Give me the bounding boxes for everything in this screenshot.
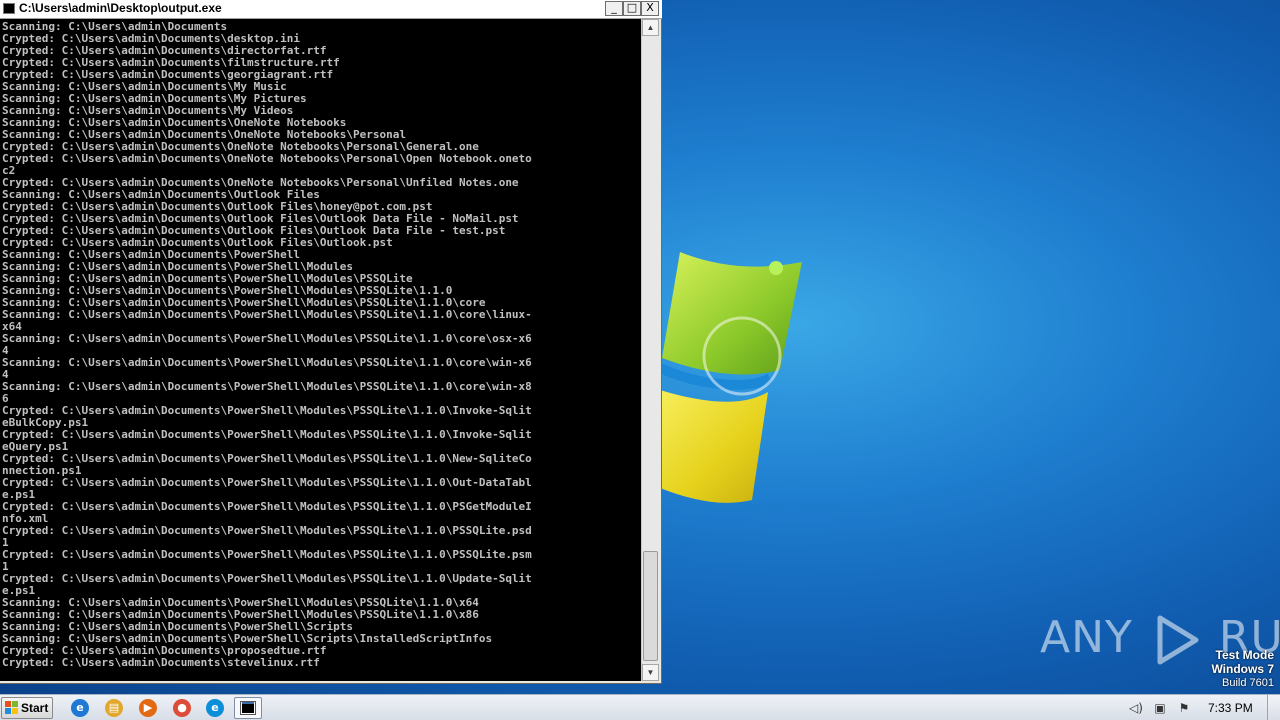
action-center-flag-icon[interactable]: ⚑ [1176, 700, 1192, 716]
console-line: Crypted: C:\Users\admin\Documents\stevel… [2, 656, 320, 669]
volume-icon[interactable]: ◁) [1128, 700, 1144, 716]
maximize-button[interactable]: □ [623, 1, 641, 16]
console-window[interactable]: C:\Users\admin\Desktop\output.exe _ □ X … [0, 0, 662, 684]
media-player-taskbar-button[interactable]: ▶ [134, 697, 162, 719]
desktop: C:\Users\admin\Desktop\output.exe _ □ X … [0, 0, 1280, 720]
start-label: Start [21, 701, 49, 715]
test-mode-label: Test Mode [1215, 648, 1274, 662]
clock[interactable]: 7:33 PM [1208, 701, 1253, 715]
console-line: Crypted: C:\Users\admin\Documents\PowerS… [2, 476, 532, 489]
close-button[interactable]: X [641, 1, 659, 16]
media-player-icon: ▶ [139, 699, 157, 717]
console-app-icon [3, 3, 15, 14]
console-line: Scanning: C:\Users\admin\Documents\Power… [2, 308, 532, 321]
console-lines: Scanning: C:\Users\admin\Documents Crypte… [2, 21, 532, 669]
show-desktop-button[interactable] [1267, 695, 1280, 720]
ie-taskbar-button[interactable]: e [66, 697, 94, 719]
ie-icon: e [71, 699, 89, 717]
title-bar[interactable]: C:\Users\admin\Desktop\output.exe _ □ X [0, 0, 662, 19]
console-window-icon [240, 701, 256, 715]
start-button[interactable]: Start [1, 697, 53, 719]
watermark-text-left: ANY [1040, 612, 1133, 663]
console-line: Crypted: C:\Users\admin\Documents\PowerS… [2, 548, 532, 561]
os-build-info: Test Mode Windows 7 Build 7601 [1211, 648, 1274, 690]
os-name-label: Windows 7 [1211, 662, 1274, 676]
taskbar: Start e ▤ ▶ ● e ◁) ▣ ⚑ 7:33 PM [0, 694, 1280, 720]
console-line: Scanning: C:\Users\admin\Documents\Power… [2, 380, 532, 393]
edge-taskbar-button[interactable]: e [201, 697, 229, 719]
scroll-up-arrow-icon[interactable]: ▲ [642, 19, 659, 36]
console-line: Crypted: C:\Users\admin\Documents\PowerS… [2, 428, 532, 441]
console-line: Scanning: C:\Users\admin\Documents\Power… [2, 356, 532, 369]
console-line: Scanning: C:\Users\admin\Documents\Power… [2, 332, 532, 345]
network-icon[interactable]: ▣ [1152, 700, 1168, 716]
console-line: Crypted: C:\Users\admin\Documents\PowerS… [2, 524, 532, 537]
system-tray: ◁) ▣ ⚑ 7:33 PM [1122, 695, 1280, 720]
scrollbar-thumb[interactable] [643, 551, 658, 661]
console-line: Crypted: C:\Users\admin\Documents\PowerS… [2, 500, 532, 513]
windows-flag-icon [5, 701, 18, 714]
edge-icon: e [206, 699, 224, 717]
window-title: C:\Users\admin\Desktop\output.exe [19, 1, 222, 15]
build-label: Build 7601 [1222, 677, 1274, 689]
console-output[interactable]: Scanning: C:\Users\admin\Documents Crypte… [0, 19, 641, 681]
vertical-scrollbar[interactable]: ▲ ▼ [641, 19, 659, 681]
chrome-icon: ● [173, 699, 191, 717]
minimize-button[interactable]: _ [605, 1, 623, 16]
console-line: Crypted: C:\Users\admin\Documents\OneNot… [2, 152, 532, 165]
chrome-taskbar-button[interactable]: ● [168, 697, 196, 719]
scroll-down-arrow-icon[interactable]: ▼ [642, 664, 659, 681]
taskbar-console-button[interactable] [234, 697, 262, 719]
watermark-play-icon [1157, 615, 1199, 665]
windows-logo-wallpaper [660, 252, 802, 503]
console-line: Crypted: C:\Users\admin\Documents\PowerS… [2, 572, 532, 585]
explorer-icon: ▤ [105, 699, 123, 717]
explorer-taskbar-button[interactable]: ▤ [100, 697, 128, 719]
console-line: Crypted: C:\Users\admin\Documents\PowerS… [2, 452, 532, 465]
